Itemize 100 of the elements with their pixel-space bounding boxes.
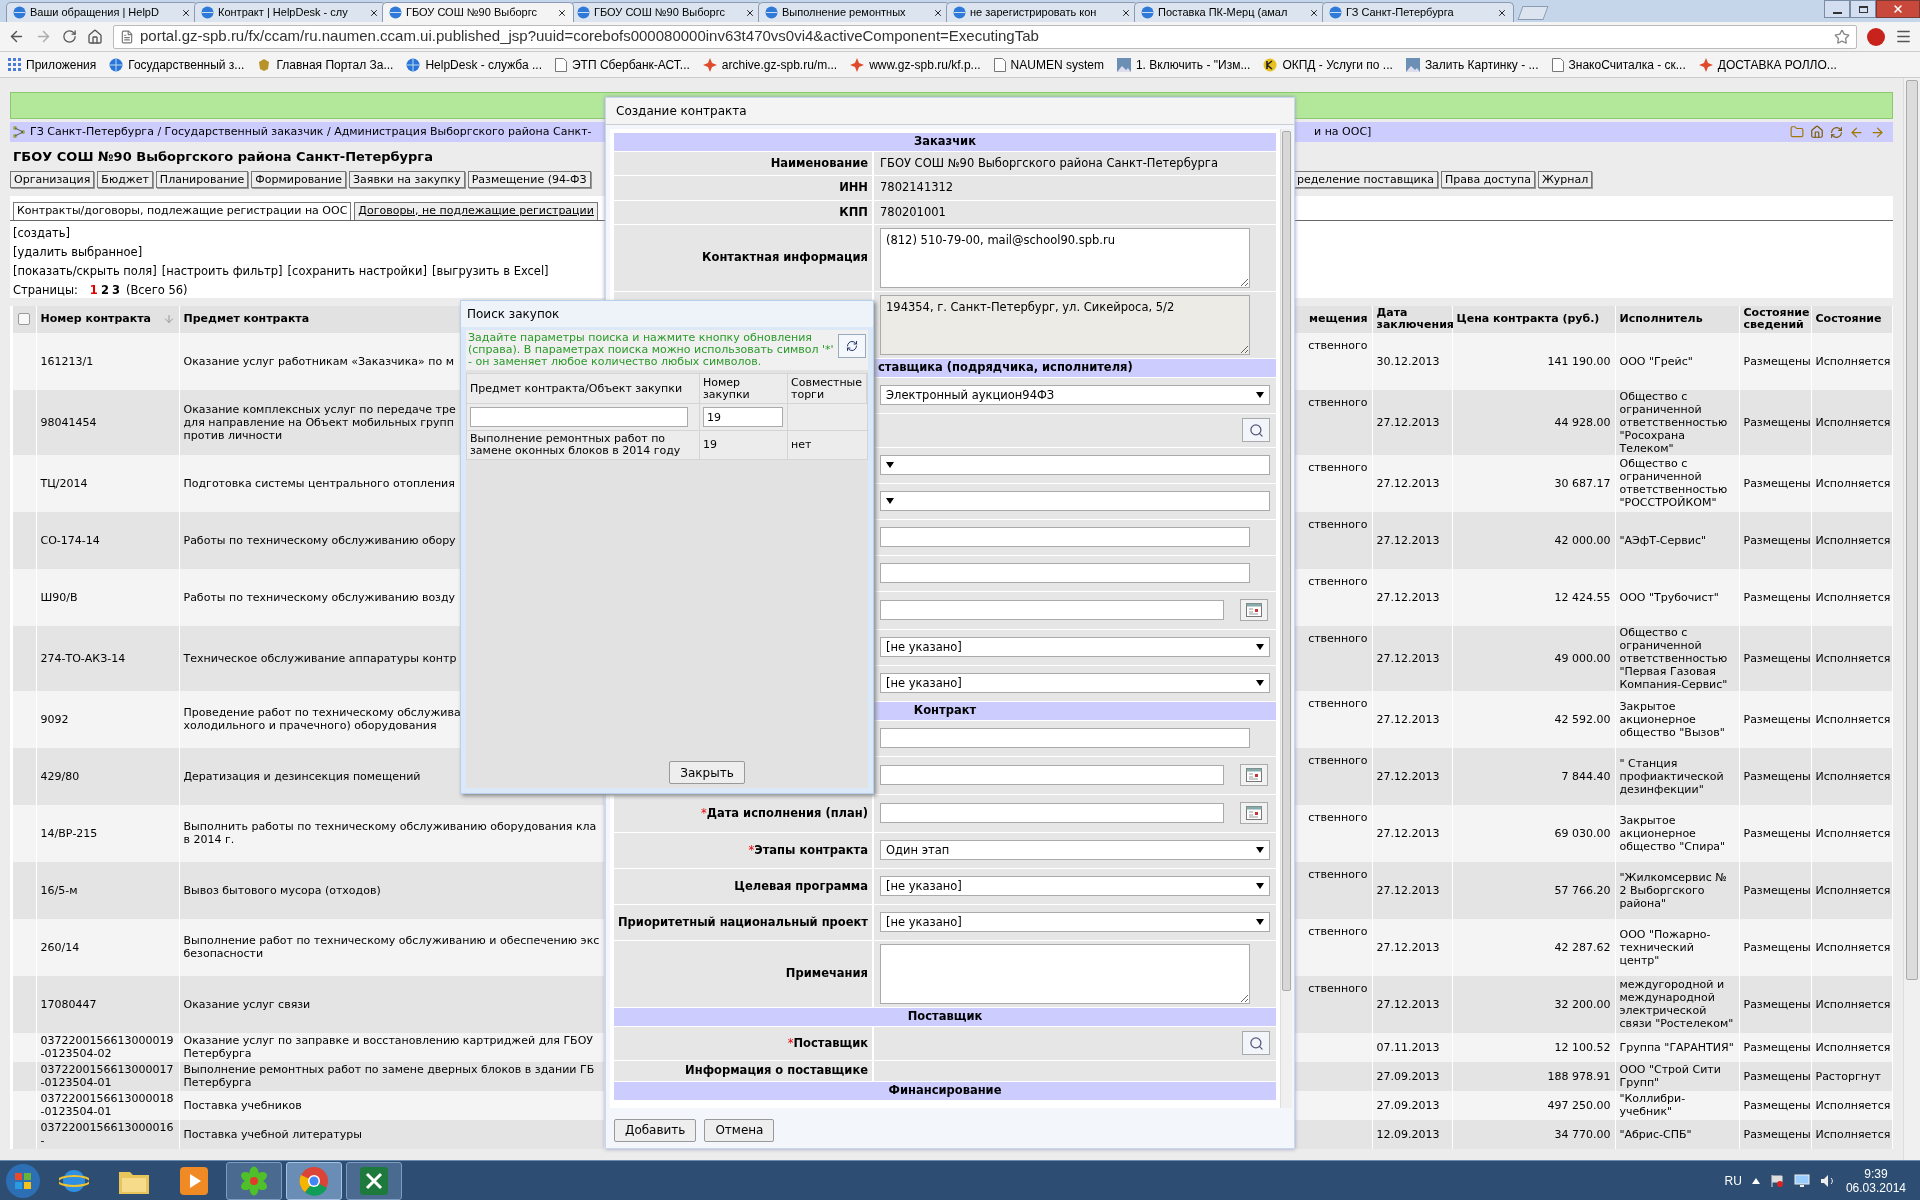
action-link[interactable]: [сохранить настройки]: [287, 262, 427, 279]
action-link[interactable]: [показать/скрыть поля]: [13, 262, 157, 279]
browser-icon[interactable]: [299, 1165, 329, 1196]
required-mark: *: [700, 804, 707, 822]
search-button[interactable]: [1242, 418, 1270, 443]
bookmark[interactable]: ОКПД - Услуги по ...: [1263, 55, 1393, 74]
calendar-button[interactable]: [1240, 802, 1268, 825]
select-field[interactable]: Электронный аукцион94ФЗ: [880, 385, 1270, 406]
text-area[interactable]: (812) 510-79-00, mail@school90.spb.ru: [880, 227, 1250, 288]
nav-tab[interactable]: Размещение (94-ФЗ: [467, 170, 591, 188]
spreadsheet-icon[interactable]: [360, 1166, 388, 1195]
extension-icon[interactable]: [1867, 27, 1885, 46]
scrollbar[interactable]: [1903, 78, 1920, 1160]
nav-tab[interactable]: Права доступа: [1441, 170, 1535, 188]
home-icon[interactable]: [1810, 125, 1824, 139]
bookmark[interactable]: ДОСТАВКА РОЛЛО...: [1698, 55, 1837, 74]
browser-tab[interactable]: ГБОУ СОШ №90 Выборгс: [382, 2, 574, 22]
select-field[interactable]: [880, 491, 1270, 512]
nav-tab[interactable]: ределение поставщика: [1293, 170, 1439, 188]
clock-time[interactable]: 9:39: [1864, 1166, 1888, 1181]
close-icon[interactable]: [745, 7, 755, 18]
close-icon: [1892, 3, 1904, 15]
close-icon[interactable]: [933, 7, 943, 18]
start-button[interactable]: [4, 1161, 42, 1200]
bookmark[interactable]: Приложения: [8, 55, 97, 74]
up-arrow-icon[interactable]: [1751, 1177, 1760, 1184]
close-icon[interactable]: [1309, 7, 1319, 18]
input-field[interactable]: [470, 407, 688, 427]
nav-tab[interactable]: Формирование: [251, 170, 346, 188]
clock-date[interactable]: 06.03.2014: [1845, 1180, 1906, 1195]
action-link[interactable]: [создать]: [13, 224, 70, 241]
language-indicator[interactable]: RU: [1724, 1171, 1742, 1190]
action-link[interactable]: [настроить фильтр]: [161, 262, 283, 279]
dialog-button[interactable]: Отмена: [704, 1118, 775, 1142]
close-icon[interactable]: [181, 7, 191, 18]
refresh-icon[interactable]: [1830, 125, 1843, 139]
close-icon[interactable]: [557, 7, 567, 18]
input-field[interactable]: [880, 527, 1250, 548]
close-icon[interactable]: [1121, 7, 1131, 18]
bookmark[interactable]: Государственный з...: [109, 55, 245, 74]
browser-tab[interactable]: ГЗ Санкт-Петербурга: [1322, 2, 1514, 22]
nav-tab[interactable]: Бюджет: [97, 170, 153, 188]
bookmark-star-icon[interactable]: [1834, 28, 1850, 45]
page-link[interactable]: 1: [89, 281, 98, 298]
checkbox[interactable]: [18, 313, 31, 325]
nav-tab[interactable]: Заявки на закупку: [349, 170, 465, 188]
bookmark[interactable]: Главная Портал За...: [257, 55, 394, 74]
select-field[interactable]: [не указано]: [880, 912, 1270, 933]
bookmark[interactable]: 1. Включить - "Изм...: [1116, 55, 1251, 74]
action-link[interactable]: [удалить выбранное]: [13, 243, 143, 260]
search-button[interactable]: [1242, 1031, 1270, 1056]
date-field[interactable]: [880, 765, 1224, 786]
action-link[interactable]: [выгрузить в Excel]: [432, 262, 549, 279]
page-link[interactable]: 2: [100, 281, 109, 298]
bookmark[interactable]: NAUMEN system: [993, 55, 1104, 74]
text-area[interactable]: [880, 943, 1250, 1004]
date-field[interactable]: [880, 600, 1224, 621]
minimize-button[interactable]: [1824, 0, 1850, 18]
sub-tab[interactable]: Договоры, не подлежащие регистрации: [354, 201, 598, 220]
input-field[interactable]: 19: [703, 407, 783, 427]
input-field[interactable]: [880, 728, 1250, 749]
bookmark[interactable]: archive.gz-spb.ru/m...: [702, 55, 838, 74]
select-field[interactable]: [не указано]: [880, 673, 1270, 694]
bookmark[interactable]: Залить Картинку - ...: [1405, 55, 1539, 74]
dialog-button[interactable]: Добавить: [614, 1118, 697, 1142]
home-icon[interactable]: [87, 28, 103, 45]
calendar-button[interactable]: [1240, 599, 1268, 622]
close-icon[interactable]: [1497, 7, 1507, 18]
date-field[interactable]: [880, 803, 1224, 824]
forward-icon[interactable]: [1870, 124, 1885, 140]
close-icon[interactable]: [369, 7, 379, 18]
bookmark[interactable]: www.gz-spb.ru/kf.p...: [850, 55, 981, 74]
input-field[interactable]: [880, 563, 1250, 584]
maximize-button[interactable]: [1850, 0, 1876, 18]
nav-tab[interactable]: Журнал: [1538, 170, 1593, 188]
nav-tab[interactable]: Организация: [10, 170, 95, 188]
refresh-button[interactable]: [838, 334, 866, 358]
calendar-button[interactable]: [1240, 764, 1268, 787]
select-field[interactable]: Один этап: [880, 840, 1270, 861]
select-field[interactable]: [не указано]: [880, 637, 1270, 658]
select-field[interactable]: [880, 455, 1270, 476]
close-button[interactable]: Закрыть: [669, 761, 745, 784]
reload-icon[interactable]: [62, 29, 77, 44]
media-player-icon[interactable]: [180, 1166, 208, 1195]
back-icon[interactable]: [8, 28, 25, 45]
bookmark[interactable]: ЗнакоСчиталка - ск...: [1551, 55, 1686, 74]
flower-icon[interactable]: [239, 1165, 269, 1196]
close-button[interactable]: [1876, 0, 1920, 18]
monitor-icon[interactable]: [1793, 1173, 1810, 1188]
nav-tab[interactable]: Планирование: [155, 170, 249, 188]
page-link[interactable]: 3: [111, 281, 120, 298]
scrollbar[interactable]: [1280, 129, 1292, 1108]
address-bar[interactable]: portal.gz-spb.ru/fx/ccam/ru.naumen.ccam.ui.published_jsp?uuid=corebofs000080000inv63t470vs0vi4&activeComponent=ExecutingTab: [113, 24, 1857, 49]
menu-icon[interactable]: [1895, 28, 1912, 45]
sub-tab[interactable]: Контракты/договоры, подлежащие регистрации на ООС: [13, 201, 352, 220]
bookmark[interactable]: ЭТП Сбербанк-АСТ...: [555, 55, 690, 74]
flag-icon[interactable]: [1769, 1173, 1784, 1188]
bookmark[interactable]: HelpDesk - служба ...: [406, 55, 542, 74]
speaker-icon[interactable]: [1819, 1173, 1836, 1188]
select-field[interactable]: [не указано]: [880, 876, 1270, 897]
